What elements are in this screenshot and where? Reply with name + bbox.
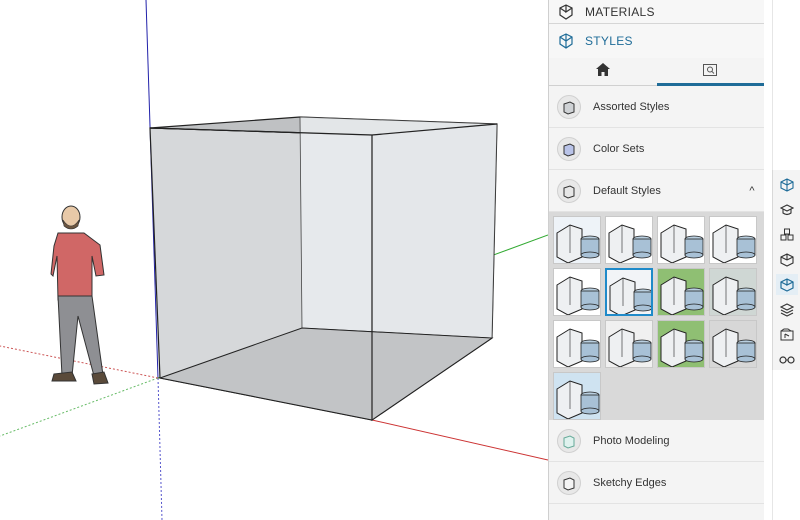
materials-title: MATERIALS xyxy=(585,4,655,19)
style-thumbnail-image xyxy=(554,217,600,263)
style-thumbnail-image xyxy=(710,217,756,263)
red-axis-dotted xyxy=(0,345,159,379)
style-thumbnail[interactable] xyxy=(553,320,601,368)
style-thumbnail[interactable] xyxy=(605,320,653,368)
scenes-icon[interactable] xyxy=(776,324,798,345)
search-icon xyxy=(703,63,718,81)
tray-scroll-gap xyxy=(764,0,772,520)
style-thumbnail[interactable] xyxy=(605,268,653,316)
style-thumbnail-image xyxy=(607,270,651,314)
side-toolbar-background-lower xyxy=(772,370,800,520)
styles-icon[interactable] xyxy=(775,274,798,295)
style-thumbnail[interactable] xyxy=(657,216,705,264)
cube-back-face xyxy=(299,116,498,339)
collection-label: Color Sets xyxy=(593,142,645,155)
entity-info-icon[interactable] xyxy=(776,174,798,195)
blue-axis-dotted xyxy=(157,377,163,520)
style-thumbnail-image xyxy=(554,269,600,315)
home-icon xyxy=(595,62,610,81)
collection-photo-modeling[interactable]: Photo Modeling xyxy=(549,420,764,462)
instructor-icon[interactable] xyxy=(776,199,798,220)
side-toolbar-background xyxy=(772,0,800,170)
person-pants xyxy=(57,295,104,377)
style-thumbnail-image xyxy=(658,269,704,315)
style-thumbnail-image xyxy=(710,269,756,315)
person-shoes xyxy=(51,371,109,385)
collection-color-sets[interactable]: Color Sets xyxy=(549,128,764,170)
style-thumbnail[interactable] xyxy=(605,216,653,264)
collection-label: Assorted Styles xyxy=(593,100,670,113)
style-thumbnail[interactable] xyxy=(709,268,757,316)
shadows-icon[interactable] xyxy=(776,349,798,370)
materials-icon[interactable] xyxy=(776,249,798,270)
tab-search[interactable] xyxy=(656,58,765,86)
cube-model[interactable] xyxy=(149,116,498,422)
style-thumbnail-image xyxy=(710,321,756,367)
style-thumbnail[interactable] xyxy=(553,372,601,420)
styles-tabs xyxy=(549,58,764,86)
style-thumb-icon xyxy=(557,94,581,119)
materials-icon xyxy=(557,3,575,21)
style-thumb-icon xyxy=(557,428,581,453)
red-axis xyxy=(371,419,548,461)
materials-panel-header[interactable]: MATERIALS xyxy=(549,0,764,24)
collection-label: Photo Modeling xyxy=(593,434,670,447)
person-shirt xyxy=(50,232,105,301)
tray-toolbar xyxy=(772,170,800,370)
default-styles-grid xyxy=(553,216,761,420)
styles-icon xyxy=(557,32,575,50)
styles-title: STYLES xyxy=(585,34,633,48)
style-thumbnail-image xyxy=(606,321,652,367)
default-styles-grid-area xyxy=(549,212,764,420)
style-thumbnail-image xyxy=(606,217,652,263)
collection-label: Sketchy Edges xyxy=(593,476,667,489)
style-thumbnail-image xyxy=(554,321,600,367)
styles-panel-header[interactable]: STYLES xyxy=(549,24,764,58)
person-figure[interactable] xyxy=(50,205,109,385)
style-thumbnail[interactable] xyxy=(709,320,757,368)
style-thumb-icon xyxy=(557,136,581,161)
default-tray: MATERIALS STYLES Assorted Styles Color S… xyxy=(548,0,764,520)
chevron-up-icon[interactable]: ^ xyxy=(740,185,764,197)
layers-icon[interactable] xyxy=(776,299,798,320)
components-icon[interactable] xyxy=(776,224,798,245)
style-thumbnail-image xyxy=(658,321,704,367)
collection-sketchy-edges[interactable]: Sketchy Edges xyxy=(549,462,764,504)
collection-default-styles[interactable]: Default Styles ^ xyxy=(549,170,764,212)
style-thumbnail[interactable] xyxy=(709,216,757,264)
collection-label: Default Styles xyxy=(593,184,661,197)
style-thumbnail[interactable] xyxy=(657,320,705,368)
style-thumbnail[interactable] xyxy=(657,268,705,316)
green-axis-dotted xyxy=(0,377,159,437)
style-thumbnail-image xyxy=(554,373,600,419)
style-thumb-icon xyxy=(557,178,581,203)
collection-assorted-styles[interactable]: Assorted Styles xyxy=(549,86,764,128)
scene-canvas[interactable] xyxy=(0,0,548,520)
style-thumbnail-image xyxy=(658,217,704,263)
style-thumb-icon xyxy=(557,470,581,495)
tab-select[interactable] xyxy=(549,58,657,85)
style-thumbnail[interactable] xyxy=(553,216,601,264)
modeling-viewport[interactable] xyxy=(0,0,548,520)
style-thumbnail[interactable] xyxy=(553,268,601,316)
